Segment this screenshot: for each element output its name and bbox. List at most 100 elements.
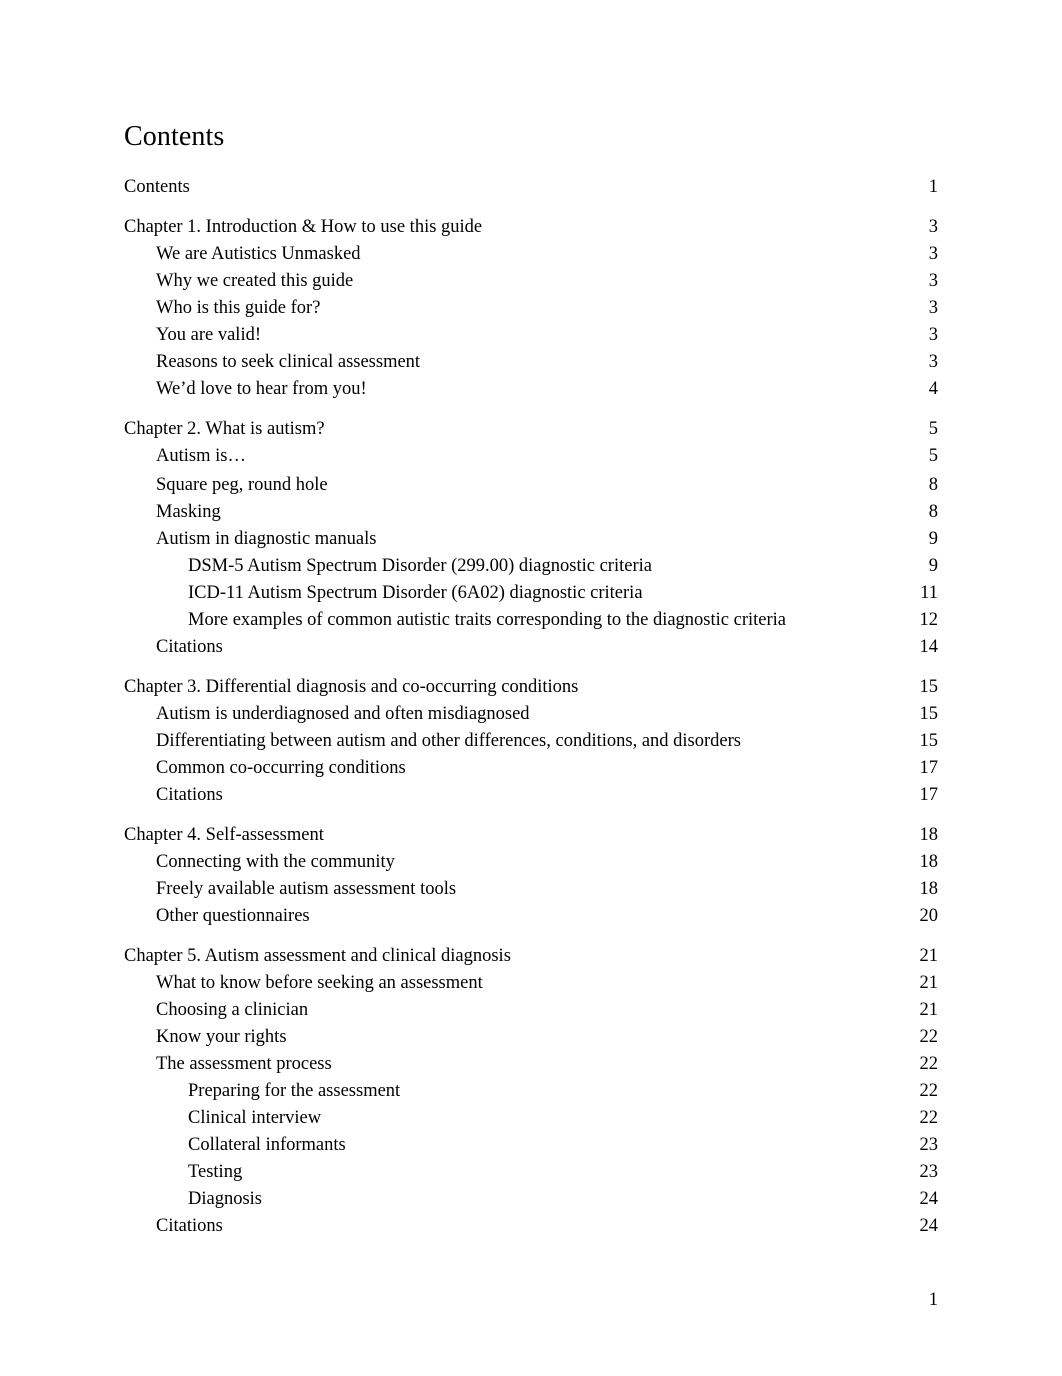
toc-entry-title: Connecting with the community (156, 852, 395, 872)
toc-chapter-entry[interactable]: Contents 1 (124, 174, 938, 201)
toc-entry-page-number: 22 (919, 1027, 939, 1047)
toc-section-entry[interactable]: What to know before seeking an assessmen… (124, 970, 938, 997)
toc-entry-page-number: 12 (919, 610, 939, 630)
toc-section-entry[interactable]: Testing 23 (124, 1159, 938, 1186)
toc-entry-page-number: 14 (919, 637, 939, 657)
toc-entry-page-number: 3 (928, 325, 938, 345)
toc-entry-page-number: 24 (919, 1189, 939, 1209)
toc-entry-page-number: 20 (919, 906, 939, 926)
toc-section-entry[interactable]: Why we created this guide 3 (124, 268, 938, 295)
toc-entry-title: ICD-11 Autism Spectrum Disorder (6A02) d… (188, 583, 643, 603)
toc-entry-page-number: 3 (928, 217, 938, 237)
toc-entry-page-number: 15 (919, 677, 939, 697)
toc-section-entry[interactable]: Autism is… 5 (124, 443, 938, 470)
toc-entry-title: Chapter 4. Self-assessment (124, 825, 324, 845)
toc-section-entry[interactable]: You are valid! 3 (124, 322, 938, 349)
toc-section-entry[interactable]: Square peg, round hole 8 (124, 472, 938, 499)
toc-section-entry[interactable]: Choosing a clinician 21 (124, 997, 938, 1024)
toc-section-entry[interactable]: Citations 24 (124, 1213, 938, 1240)
toc-chapter-entry[interactable]: Chapter 3. Differential diagnosis and co… (124, 674, 938, 701)
toc-entry-title: Common co-occurring conditions (156, 758, 406, 778)
page-number-footer: 1 (928, 1290, 938, 1310)
toc-entry-title: You are valid! (156, 325, 261, 345)
toc-chapter-entry[interactable]: Chapter 4. Self-assessment 18 (124, 822, 938, 849)
toc-chapter-entry[interactable]: Chapter 1. Introduction & How to use thi… (124, 214, 938, 241)
toc-entry-title: Square peg, round hole (156, 475, 328, 495)
toc-entry-title: Clinical interview (188, 1108, 322, 1128)
toc-entry-page-number: 21 (919, 1000, 939, 1020)
toc-entry-page-number: 4 (928, 379, 938, 399)
toc-entry-title: Chapter 3. Differential diagnosis and co… (124, 677, 579, 697)
toc-entry-title: Masking (156, 502, 221, 522)
toc-entry-title: DSM-5 Autism Spectrum Disorder (299.00) … (188, 556, 652, 576)
toc-entry-page-number: 21 (919, 973, 939, 993)
toc-entry-title: Autism is… (156, 446, 246, 466)
toc-entry-page-number: 3 (928, 298, 938, 318)
toc-entry-page-number: 11 (920, 583, 938, 603)
toc-entry-title: Testing (188, 1162, 243, 1182)
toc-section-entry[interactable]: Other questionnaires 20 (124, 903, 938, 930)
toc-section-entry[interactable]: Common co-occurring conditions 17 (124, 755, 938, 782)
toc-entry-title: Why we created this guide (156, 271, 354, 291)
toc-section-entry[interactable]: Citations 17 (124, 782, 938, 809)
toc-entry-page-number: 22 (919, 1054, 939, 1074)
toc-section-entry[interactable]: Citations 14 (124, 634, 938, 661)
toc-entry-page-number: 24 (919, 1216, 939, 1236)
toc-entry-page-number: 3 (928, 271, 938, 291)
toc-entry-title: Preparing for the assessment (188, 1081, 401, 1101)
toc-section-entry[interactable]: Who is this guide for? 3 (124, 295, 938, 322)
toc-section-entry[interactable]: Know your rights 22 (124, 1024, 938, 1051)
toc-section-entry[interactable]: ICD-11 Autism Spectrum Disorder (6A02) d… (124, 580, 938, 607)
toc-entry-title: What to know before seeking an assessmen… (156, 973, 483, 993)
toc-entry-page-number: 23 (919, 1162, 939, 1182)
toc-chapter-entry[interactable]: Chapter 5. Autism assessment and clinica… (124, 943, 938, 970)
toc-entry-title: Other questionnaires (156, 906, 310, 926)
toc-entry-page-number: 9 (928, 529, 938, 549)
toc-section-entry[interactable]: We’d love to hear from you! 4 (124, 376, 938, 403)
toc-entry-page-number: 3 (928, 352, 938, 372)
toc-section-entry[interactable]: Autism in diagnostic manuals 9 (124, 526, 938, 553)
toc-entry-title: Citations (156, 785, 223, 805)
toc-entry-title: Contents (124, 177, 190, 197)
toc-entry-title: Freely available autism assessment tools (156, 879, 457, 899)
toc-section-entry[interactable]: Collateral informants 23 (124, 1132, 938, 1159)
page-title: Contents (124, 121, 225, 152)
toc-entry-title: The assessment process (156, 1054, 332, 1074)
toc-section-entry[interactable]: Masking 8 (124, 499, 938, 526)
toc-section-entry[interactable]: We are Autistics Unmasked 3 (124, 241, 938, 268)
toc-section-entry[interactable]: More examples of common autistic traits … (124, 607, 938, 634)
toc-entry-page-number: 18 (919, 852, 939, 872)
toc-entry-title: Autism is underdiagnosed and often misdi… (156, 704, 530, 724)
toc-entry-page-number: 9 (928, 556, 938, 576)
toc-entry-page-number: 5 (928, 419, 938, 439)
toc-section-entry[interactable]: Autism is underdiagnosed and often misdi… (124, 701, 938, 728)
toc-section-entry[interactable]: Differentiating between autism and other… (124, 728, 938, 755)
toc-chapter-entry[interactable]: Chapter 2. What is autism? 5 (124, 416, 938, 443)
toc-entry-page-number: 8 (928, 502, 938, 522)
toc-entry-title: Know your rights (156, 1027, 287, 1047)
toc-entry-page-number: 17 (919, 785, 939, 805)
toc-entry-page-number: 3 (928, 244, 938, 264)
toc-entry-title: Differentiating between autism and other… (156, 731, 741, 751)
toc-entry-title: Chapter 2. What is autism? (124, 419, 325, 439)
toc-section-entry[interactable]: Freely available autism assessment tools… (124, 876, 938, 903)
toc-entry-page-number: 23 (919, 1135, 939, 1155)
toc-entry-title: Chapter 5. Autism assessment and clinica… (124, 946, 511, 966)
toc-section-entry[interactable]: Reasons to seek clinical assessment 3 (124, 349, 938, 376)
toc-entry-page-number: 15 (919, 704, 939, 724)
toc-section-entry[interactable]: DSM-5 Autism Spectrum Disorder (299.00) … (124, 553, 938, 580)
toc-entry-title: Chapter 1. Introduction & How to use thi… (124, 217, 483, 237)
toc-entry-title: Autism in diagnostic manuals (156, 529, 377, 549)
document-page: Contents Contents 1 Chapter 1. Introductio… (0, 0, 1062, 1376)
toc-entry-title: We’d love to hear from you! (156, 379, 367, 399)
toc-entry-title: We are Autistics Unmasked (156, 244, 361, 264)
toc-section-entry[interactable]: The assessment process 22 (124, 1051, 938, 1078)
toc-section-entry[interactable]: Diagnosis 24 (124, 1186, 938, 1213)
toc-section-entry[interactable]: Preparing for the assessment 22 (124, 1078, 938, 1105)
toc-entry-page-number: 8 (928, 475, 938, 495)
toc-entry-title: Who is this guide for? (156, 298, 321, 318)
toc-entry-title: Choosing a clinician (156, 1000, 309, 1020)
toc-section-entry[interactable]: Clinical interview 22 (124, 1105, 938, 1132)
toc-section-entry[interactable]: Connecting with the community 18 (124, 849, 938, 876)
toc-entry-title: Citations (156, 1216, 223, 1236)
